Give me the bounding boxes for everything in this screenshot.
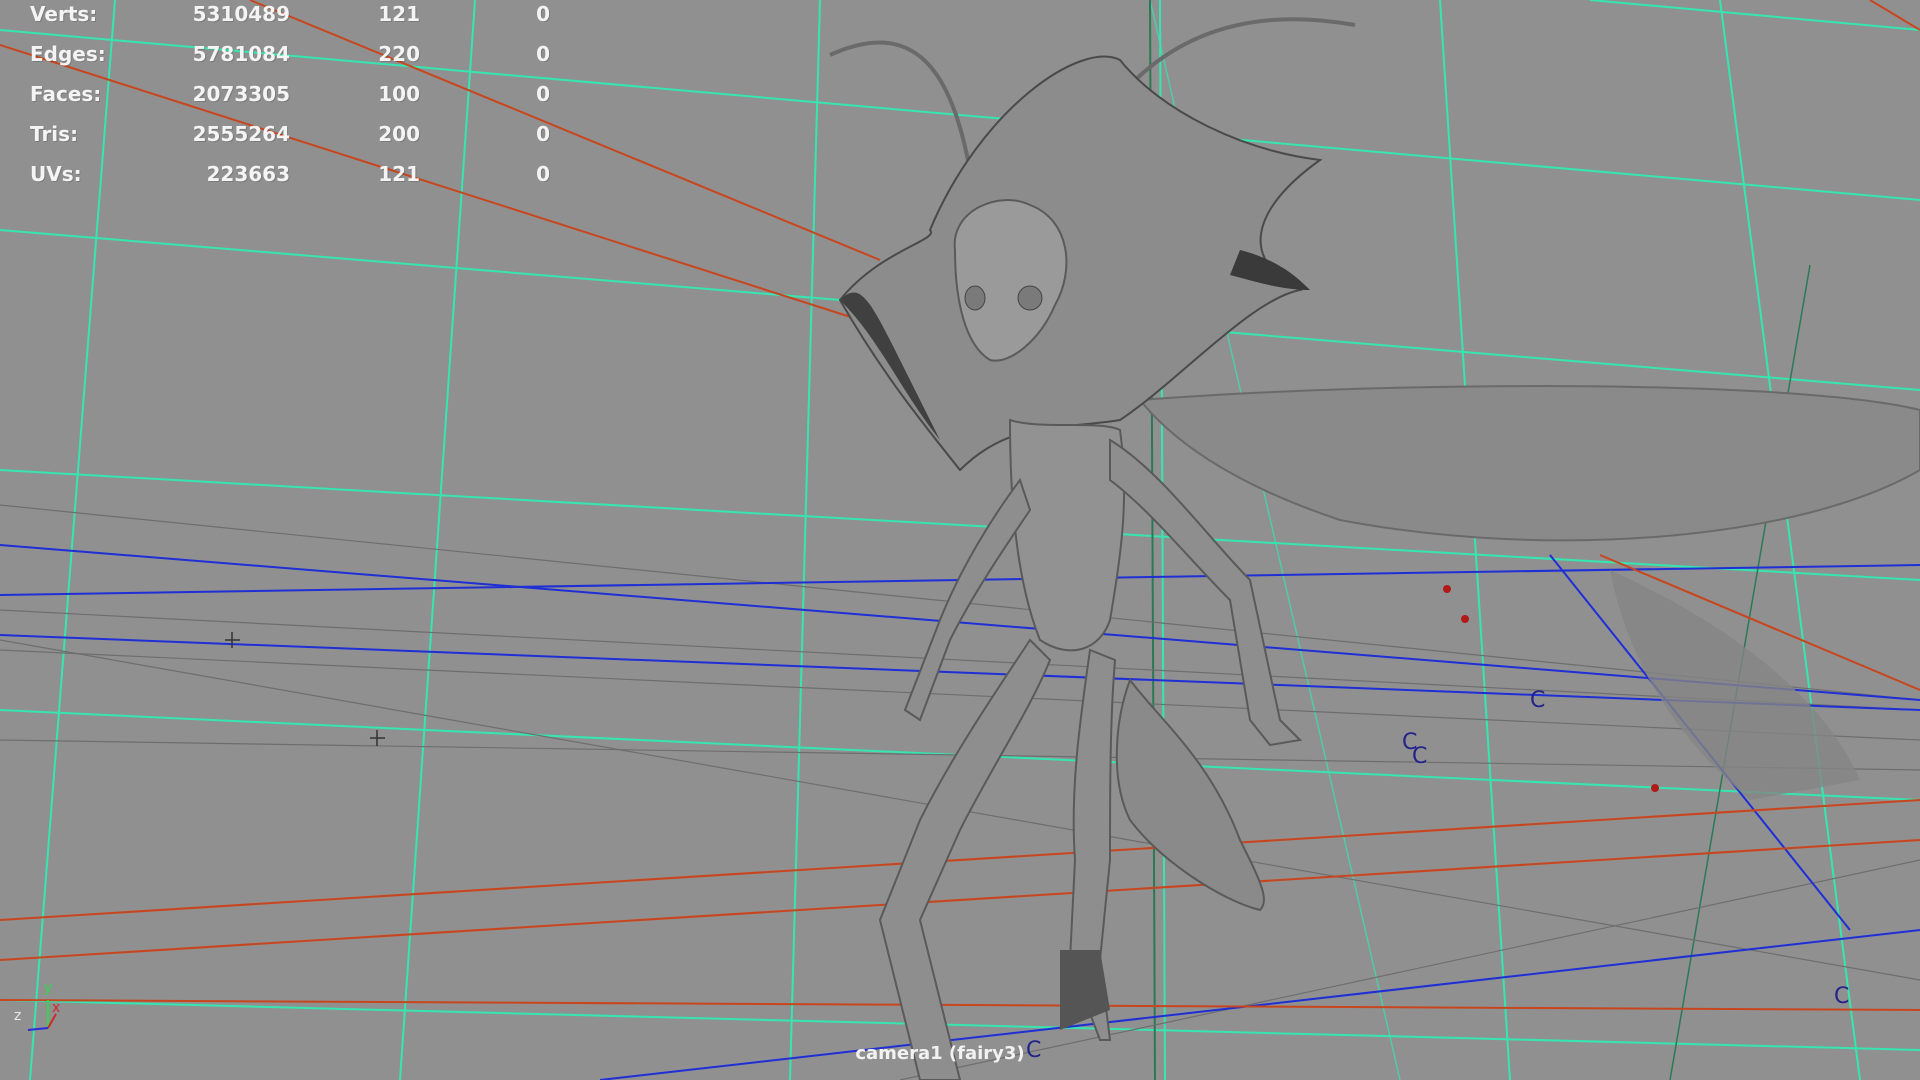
hud-selected: 100 (378, 82, 420, 106)
hud-selected: 220 (378, 42, 420, 66)
curve-marker-c[interactable]: C (1834, 984, 1849, 1009)
axis-y-label: y (44, 980, 53, 996)
curve-marker-c[interactable]: C (1412, 744, 1427, 769)
hud-highlighted: 0 (536, 42, 550, 66)
axis-z-label: z (14, 1008, 22, 1024)
hud-total: 2555264 (192, 122, 290, 146)
hud-highlighted: 0 (536, 2, 550, 26)
hud-total: 5781084 (192, 42, 290, 66)
hud-total: 223663 (206, 162, 291, 186)
curve-marker-c[interactable]: C (1530, 688, 1545, 713)
hud-selected: 121 (378, 162, 420, 186)
hud-highlighted: 0 (536, 82, 550, 106)
axis-x-label: x (52, 1000, 61, 1016)
hud-total: 5310489 (192, 2, 290, 26)
hud-highlighted: 0 (536, 162, 550, 186)
hud-highlighted: 0 (536, 122, 550, 146)
hud-selected: 200 (378, 122, 420, 146)
hud-selected: 121 (378, 2, 420, 26)
hud-total: 2073305 (192, 82, 290, 106)
maya-viewport[interactable]: y x z C C C C C Verts: 5310489 121 0 Edg… (0, 0, 1920, 1080)
camera-label: camera1 (fairy3) (855, 1043, 1025, 1064)
